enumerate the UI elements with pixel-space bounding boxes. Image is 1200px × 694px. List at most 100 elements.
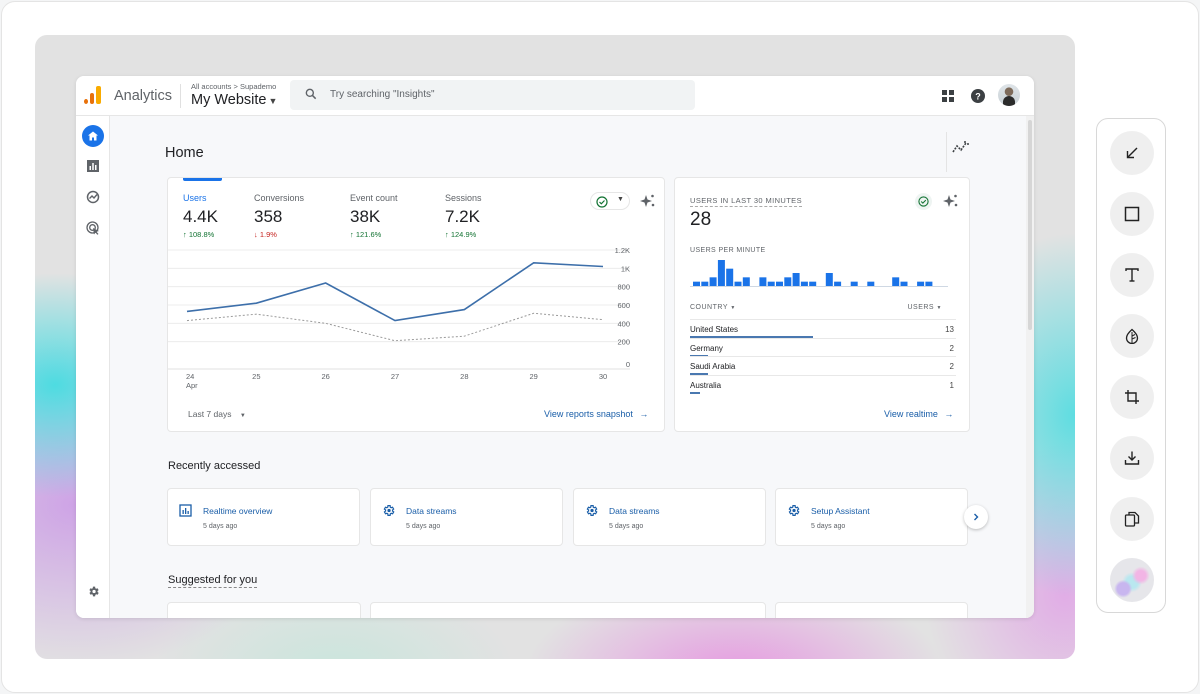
- search-placeholder: Try searching "Insights": [330, 89, 435, 100]
- minute-bar[interactable]: [767, 281, 775, 286]
- country-row[interactable]: Saudi Arabia 2: [690, 356, 956, 375]
- minute-bar[interactable]: [917, 281, 925, 286]
- check-circle-icon: [918, 196, 929, 207]
- country-row[interactable]: Germany 2: [690, 337, 956, 357]
- y-tick-label: 600: [617, 301, 630, 310]
- metric-tab-conversions[interactable]: Conversions 358 ↓ 1.9%: [254, 193, 304, 239]
- suggested-card[interactable]: [167, 602, 361, 618]
- users-column-header[interactable]: USERS ▼: [907, 304, 942, 311]
- sparkle-ai-icon[interactable]: [640, 193, 656, 209]
- divider: [946, 132, 947, 172]
- next-button[interactable]: [964, 505, 988, 529]
- country-users: 2: [949, 362, 954, 371]
- recent-item[interactable]: Realtime overview 5 days ago: [167, 488, 360, 546]
- metric-label: Event count: [350, 193, 398, 203]
- y-tick-label: 1.2K: [615, 246, 630, 255]
- gear-icon: [88, 586, 99, 596]
- country-table-header: COUNTRY ▼ USERS ▼: [690, 304, 956, 311]
- download-button[interactable]: [1110, 436, 1154, 480]
- recent-item-time: 5 days ago: [609, 523, 644, 530]
- view-realtime-link[interactable]: View realtime →: [884, 409, 953, 419]
- suggested-card[interactable]: [775, 602, 968, 618]
- metric-tab-event-count[interactable]: Event count 38K ↑ 121.6%: [350, 193, 398, 239]
- recent-item[interactable]: Data streams 5 days ago: [370, 488, 563, 546]
- share-bar: [690, 391, 700, 394]
- minute-bar[interactable]: [776, 281, 783, 286]
- nav-explore[interactable]: [82, 186, 104, 208]
- nav-reports[interactable]: [82, 155, 104, 177]
- account-breadcrumb[interactable]: All accounts > Supademo: [191, 82, 276, 91]
- scrollbar-thumb[interactable]: [1028, 120, 1032, 330]
- user-avatar[interactable]: [998, 84, 1020, 106]
- minute-bar[interactable]: [892, 277, 900, 286]
- minute-bar[interactable]: [709, 277, 717, 286]
- users-per-minute-label: USERS PER MINUTE: [690, 247, 766, 254]
- nav-advertising[interactable]: [82, 217, 104, 239]
- realtime-report-icon: [179, 504, 192, 517]
- users-line-chart: 1.2K1K800600400200024252627282930AprLast…: [168, 246, 630, 390]
- analytics-logo-icon: [84, 86, 102, 104]
- y-tick-label: 200: [617, 338, 630, 347]
- divider: [180, 84, 181, 108]
- text-icon: [1125, 268, 1139, 282]
- minute-bar[interactable]: [726, 268, 734, 286]
- caret-down-icon: ▼: [268, 96, 278, 106]
- date-range-selector[interactable]: Last 7 days ▼: [188, 409, 246, 419]
- minute-bar[interactable]: [825, 273, 833, 286]
- insights-button[interactable]: [952, 140, 972, 160]
- minute-bar[interactable]: [867, 281, 875, 286]
- sparkle-ai-icon[interactable]: [943, 193, 959, 209]
- country-row[interactable]: United States 13: [690, 319, 956, 338]
- page-scrollbar[interactable]: [1026, 116, 1034, 618]
- apps-grid-icon: [942, 90, 954, 102]
- country-users: 1: [949, 380, 954, 390]
- apps-grid-button[interactable]: [938, 86, 958, 106]
- nav-settings[interactable]: [82, 580, 104, 602]
- view-reports-snapshot-link[interactable]: View reports snapshot →: [544, 409, 648, 419]
- data-quality-dropdown[interactable]: ▼: [590, 192, 630, 210]
- background-picker-button[interactable]: [1110, 558, 1154, 602]
- minute-bar[interactable]: [784, 277, 792, 286]
- minute-bar[interactable]: [925, 281, 933, 286]
- blur-tool-button[interactable]: [1110, 314, 1154, 358]
- caret-down-icon: ▼: [239, 413, 246, 419]
- data-quality-button[interactable]: [915, 193, 932, 210]
- country-name: Australia: [690, 380, 722, 390]
- metric-tab-users[interactable]: Users 4.4K ↑ 108.8%: [183, 193, 218, 239]
- minute-bar[interactable]: [792, 273, 800, 286]
- arrow-right-icon: →: [944, 409, 954, 419]
- metric-label: Conversions: [254, 193, 305, 203]
- realtime-title[interactable]: USERS IN LAST 30 MINUTES: [690, 196, 802, 207]
- gear-icon: [383, 505, 395, 516]
- minute-bar[interactable]: [759, 277, 767, 286]
- recent-item[interactable]: Data streams 5 days ago: [573, 488, 766, 546]
- minute-bar[interactable]: [701, 281, 709, 286]
- explore-icon: [86, 190, 100, 204]
- minute-bar[interactable]: [717, 260, 725, 286]
- property-selector[interactable]: My Website ▼: [191, 92, 277, 108]
- country-row[interactable]: Australia 1: [690, 374, 956, 394]
- minute-bar[interactable]: [800, 281, 808, 286]
- minute-bar[interactable]: [850, 281, 858, 286]
- search-bar[interactable]: Try searching "Insights": [290, 80, 695, 110]
- x-tick-label: 26: [321, 372, 329, 381]
- check-circle-icon: [596, 196, 608, 208]
- minute-bar[interactable]: [900, 281, 908, 286]
- nav-home[interactable]: [82, 125, 104, 147]
- minute-bar[interactable]: [834, 281, 842, 286]
- crop-tool-button[interactable]: [1110, 375, 1154, 419]
- help-button[interactable]: ?: [968, 86, 988, 106]
- rectangle-tool-button[interactable]: [1110, 192, 1154, 236]
- minute-bar[interactable]: [734, 281, 742, 286]
- recent-item[interactable]: Setup Assistant 5 days ago: [775, 488, 968, 546]
- metric-tab-sessions[interactable]: Sessions 7.2K ↑ 124.9%: [445, 193, 482, 239]
- country-column-header[interactable]: COUNTRY ▼: [690, 304, 736, 311]
- minute-bar[interactable]: [742, 277, 750, 286]
- copy-button[interactable]: [1110, 497, 1154, 541]
- arrow-tool-button[interactable]: [1110, 131, 1154, 175]
- minute-bar[interactable]: [809, 281, 817, 286]
- suggested-card[interactable]: [370, 602, 766, 618]
- text-tool-button[interactable]: [1110, 253, 1154, 297]
- home-icon: [88, 131, 98, 141]
- minute-bar[interactable]: [693, 281, 700, 286]
